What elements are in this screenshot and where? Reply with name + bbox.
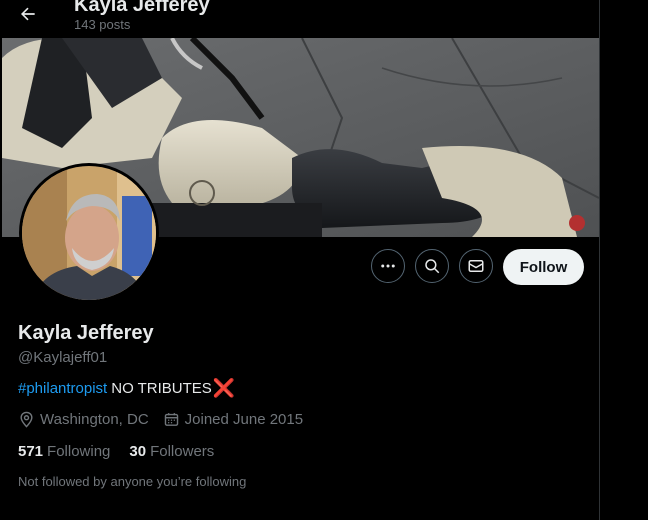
profile-column: Kayla Jefferey 143 posts Follow Kayla Je… <box>0 0 600 520</box>
location-pin-icon <box>20 411 33 428</box>
calendar-icon <box>164 413 178 426</box>
followers-label: Followers <box>150 443 215 460</box>
following-link[interactable]: 571 Following <box>18 443 110 460</box>
mail-icon <box>468 260 484 272</box>
following-count: 571 <box>18 443 44 460</box>
back-button[interactable] <box>16 2 40 26</box>
header-title: Kayla Jefferey <box>74 0 210 16</box>
search-icon <box>425 259 440 274</box>
profile-bio: #philantropist NO TRIBUTES ❌ <box>18 378 236 398</box>
more-options-button[interactable] <box>371 249 405 283</box>
profile-header: Kayla Jefferey 143 posts <box>0 0 599 38</box>
location-text: Washington, DC <box>40 411 149 428</box>
search-profile-button[interactable] <box>415 249 449 283</box>
joined-text: Joined June 2015 <box>184 411 304 428</box>
profile-handle: @Kaylajeff01 <box>18 349 108 366</box>
following-label: Following <box>47 443 111 460</box>
avatar-photo <box>22 166 156 300</box>
followers-count: 30 <box>129 443 147 460</box>
followed-by-note: Not followed by anyone you’re following <box>18 474 247 489</box>
more-dots-icon <box>381 264 395 268</box>
bio-hashtag-link[interactable]: #philantropist <box>18 380 107 397</box>
bio-text: NO TRIBUTES <box>111 380 212 397</box>
profile-location: Washington, DC <box>18 411 149 428</box>
followers-link[interactable]: 30 Followers <box>129 443 214 460</box>
arrow-left-icon <box>21 7 35 21</box>
message-button[interactable] <box>459 249 493 283</box>
profile-meta: Washington, DC Joined June 2015 <box>18 411 303 428</box>
profile-avatar[interactable] <box>19 163 159 303</box>
cross-mark-emoji: ❌ <box>212 378 236 398</box>
header-posts-count: 143 posts <box>74 17 131 32</box>
avatar-portrait-image <box>22 166 156 300</box>
profile-joined-date: Joined June 2015 <box>163 411 303 428</box>
follow-button[interactable]: Follow <box>503 249 584 285</box>
profile-display-name: Kayla Jefferey <box>18 322 154 344</box>
follow-stats: 571 Following 30 Followers <box>18 443 214 460</box>
